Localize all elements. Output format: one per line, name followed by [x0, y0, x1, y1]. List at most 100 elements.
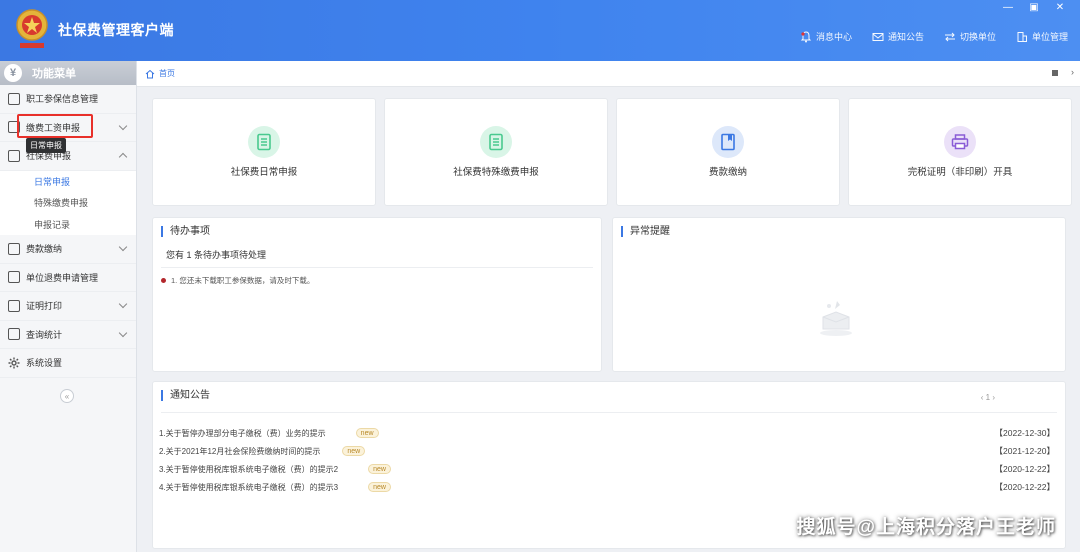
quick-actions: 社保费日常申报 社保费特殊缴费申报 费款缴纳 完税证明（非印刷）开具: [152, 98, 1072, 206]
home-icon: [145, 69, 155, 78]
pagination[interactable]: ‹ 1 ›: [981, 393, 995, 402]
menu-title: 功能菜单: [32, 68, 76, 80]
window-controls: — ▣ ✕: [1002, 2, 1066, 13]
close-button[interactable]: ✕: [1054, 2, 1066, 13]
alerts-panel: 异常提醒: [612, 217, 1066, 372]
new-badge: new: [368, 482, 391, 492]
nav-unit-management[interactable]: 单位管理: [1016, 30, 1068, 43]
card-special-declaration[interactable]: 社保费特殊缴费申报: [384, 98, 608, 206]
bullet-dot-icon: [161, 278, 166, 283]
notice-title[interactable]: 4.关于暂停使用税库银系统电子缴税（费）的提示3: [159, 482, 338, 493]
sidebar-item-label: 单位退费申请管理: [26, 272, 99, 283]
nav-message-center[interactable]: 消息中心: [800, 30, 852, 43]
notice-row[interactable]: 3.关于暂停使用税库银系统电子缴税（费）的提示2 new 【2020-12-22…: [159, 462, 1055, 476]
notice-row[interactable]: 1.关于暂停办理部分电子缴税（费）业务的提示 new 【2022-12-30】: [159, 426, 1055, 440]
notice-date: 【2022-12-30】: [994, 428, 1055, 438]
card-tax-certificate[interactable]: 完税证明（非印刷）开具: [848, 98, 1072, 206]
sidebar-item-payment[interactable]: 费款缴纳: [0, 235, 136, 264]
panel-title: 异常提醒: [621, 226, 670, 237]
sidebar-item-label: 查询统计: [26, 329, 63, 340]
tab-home[interactable]: 首页: [145, 68, 175, 79]
gear-icon: [8, 357, 20, 369]
app-title: 社保费管理客户端: [58, 22, 174, 38]
nav-label: 单位管理: [1031, 32, 1068, 42]
new-badge: new: [355, 428, 379, 438]
top-nav: 消息中心 通知公告 切换单位 单位管理: [800, 30, 1068, 43]
sidebar-item-social-insurance-declaration[interactable]: 社保费申报: [0, 142, 136, 171]
divider: [161, 267, 593, 268]
document-icon: [480, 126, 512, 158]
refund-icon: [8, 271, 20, 284]
highlight-box: [17, 114, 93, 138]
building-icon: [1017, 31, 1027, 42]
notice-date: 【2020-12-22】: [994, 464, 1055, 474]
sidebar-item-label: 费款缴纳: [26, 244, 63, 255]
sidebar-item-certificate-print[interactable]: 证明打印: [0, 292, 136, 321]
tax-emblem-logo: [16, 9, 48, 48]
panel-title: 待办事项: [161, 226, 210, 237]
new-badge: new: [342, 446, 366, 456]
printer-icon: [944, 126, 976, 158]
chevron-down-icon: [118, 299, 128, 309]
chevron-down-icon: [118, 242, 128, 252]
card-label: 社保费特殊缴费申报: [453, 167, 539, 178]
notice-title[interactable]: 3.关于暂停使用税库银系统电子缴税（费）的提示2: [159, 464, 338, 475]
sidebar-item-label: 证明打印: [26, 301, 63, 312]
chevron-down-icon: [118, 121, 128, 130]
id-card-icon: [8, 92, 20, 105]
tab-label: 首页: [159, 69, 175, 78]
sub-item-special-declaration[interactable]: 特殊缴费申报: [0, 192, 136, 214]
nav-notices[interactable]: 通知公告: [872, 30, 924, 43]
notice-row[interactable]: 2.关于2021年12月社会保险费缴纳时间的提示 new 【2021-12-20…: [159, 444, 1055, 458]
watermark: 搜狐号@上海积分落户王老师: [796, 517, 1056, 538]
tooltip: 日常申报: [26, 138, 66, 153]
panel-title: 通知公告: [161, 390, 210, 401]
sidebar-collapse-button[interactable]: «: [60, 389, 74, 403]
sidebar-item-query-statistics[interactable]: 查询统计: [0, 321, 136, 349]
sub-item-label: 日常申报: [34, 176, 71, 187]
chevron-down-icon: [118, 328, 128, 337]
sidebar-item-label: 职工参保信息管理: [26, 94, 99, 105]
sub-item-declaration-records[interactable]: 申报记录: [0, 214, 136, 236]
wallet-icon: [8, 242, 20, 255]
sidebar-item-system-settings[interactable]: 系统设置: [0, 349, 136, 378]
card-daily-declaration[interactable]: 社保费日常申报: [152, 98, 376, 206]
sub-item-daily-declaration[interactable]: 日常申报: [0, 171, 136, 193]
nav-label: 消息中心: [815, 32, 852, 42]
switch-icon: [944, 32, 955, 41]
yen-icon: ¥: [4, 64, 22, 82]
sub-item-label: 特殊缴费申报: [34, 198, 89, 209]
document-icon: [248, 126, 280, 158]
card-label: 费款缴纳: [708, 167, 747, 178]
notice-date: 【2021-12-20】: [994, 446, 1055, 456]
app-header: 社保费管理客户端 — ▣ ✕ 消息中心 通知公告 切换单位 单位管理: [0, 0, 1080, 61]
notice-title[interactable]: 2.关于2021年12月社会保险费缴纳时间的提示: [159, 446, 320, 457]
todo-item[interactable]: 1. 您还未下载职工参保数据，请及时下载。: [161, 275, 314, 286]
divider: [161, 412, 1057, 413]
chevron-up-icon: [118, 152, 128, 162]
notice-date: 【2020-12-22】: [994, 482, 1055, 492]
book-icon: [712, 126, 744, 158]
sidebar-item-refund-management[interactable]: 单位退费申请管理: [0, 264, 136, 292]
mail-icon: [872, 32, 884, 41]
chart-icon: [8, 328, 20, 341]
nav-switch-unit[interactable]: 切换单位: [944, 30, 996, 43]
minimize-button[interactable]: —: [1002, 2, 1014, 13]
sidebar-item-employee-info[interactable]: 职工参保信息管理: [0, 85, 136, 114]
notice-row[interactable]: 4.关于暂停使用税库银系统电子缴税（费）的提示3 new 【2020-12-22…: [159, 480, 1055, 494]
todo-summary: 您有 1 条待办事项待处理: [166, 250, 267, 260]
todo-panel: 待办事项 您有 1 条待办事项待处理 1. 您还未下载职工参保数据，请及时下载。: [152, 217, 602, 372]
form-icon: [8, 149, 20, 162]
card-payment[interactable]: 费款缴纳: [616, 98, 840, 206]
menu-header: ¥ 功能菜单: [0, 61, 136, 85]
sidebar-item-label: 系统设置: [26, 358, 63, 369]
bell-icon: [800, 30, 812, 42]
sub-item-label: 申报记录: [34, 219, 71, 230]
maximize-button[interactable]: ▣: [1028, 2, 1040, 13]
submenu: 日常申报 特殊缴费申报 申报记录: [0, 170, 136, 236]
empty-box-icon: [820, 301, 852, 336]
notice-title[interactable]: 1.关于暂停办理部分电子缴税（费）业务的提示: [159, 428, 326, 439]
tab-more-icon[interactable]: ›: [1071, 67, 1074, 77]
card-label: 完税证明（非印刷）开具: [907, 167, 1013, 178]
tab-stop-icon[interactable]: [1052, 70, 1058, 76]
